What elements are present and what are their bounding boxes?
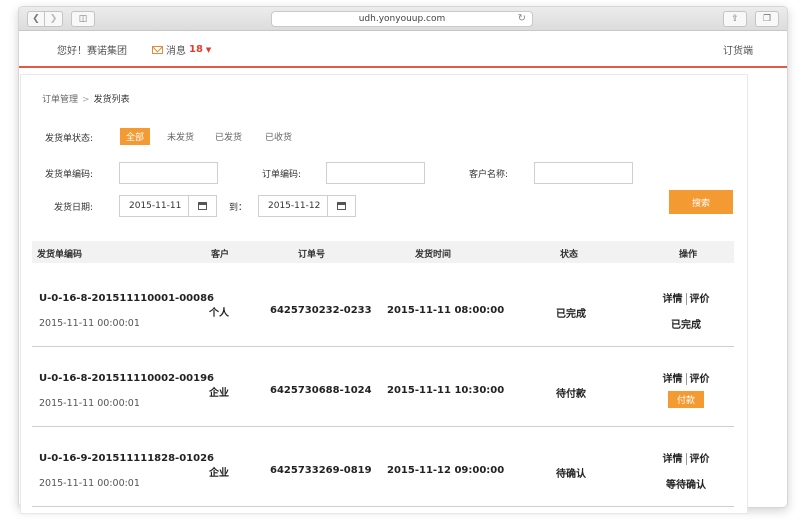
share-icon[interactable]: ⇧	[723, 11, 747, 27]
customer-name-label: 客户名称:	[469, 170, 509, 180]
col-delivery-code: 发货单编码	[37, 250, 83, 260]
browser-toolbar: ❮ ❯ ◫ udh.yonyouup.com ↻ ⇧ ❐	[19, 7, 787, 31]
delivery-code[interactable]: U-0-16-8-201511110002-00196	[39, 373, 214, 384]
ship-date-label: 发货日期:	[54, 203, 94, 213]
detail-link[interactable]: 详情	[663, 294, 683, 305]
detail-link[interactable]: 详情	[663, 454, 683, 465]
action-status: 等待确认	[666, 480, 706, 491]
status-option-shipped[interactable]: 已发货	[215, 130, 242, 143]
row-actions: 详情 评价 已完成	[660, 290, 712, 331]
messages-label: 消息	[166, 46, 186, 57]
search-button[interactable]: 搜索	[669, 190, 733, 214]
order-number: 6425730232-0233	[270, 305, 372, 316]
delivery-code-input[interactable]	[119, 162, 218, 184]
table-header: 发货单编码 客户 订单号 发货时间 状态 操作	[32, 241, 734, 263]
row-actions: 详情 评价 付款	[660, 370, 712, 408]
delivery-code[interactable]: U-0-16-8-201511110001-00086	[39, 293, 214, 304]
breadcrumb: 订单管理 > 发货列表	[42, 92, 130, 105]
col-order-no: 订单号	[298, 250, 326, 260]
status-text: 已完成	[556, 309, 586, 320]
reload-icon[interactable]: ↻	[518, 12, 526, 26]
order-code-input[interactable]	[326, 162, 425, 184]
row-actions: 详情 评价 等待确认	[660, 450, 712, 491]
status-option-unshipped[interactable]: 未发货	[167, 130, 194, 143]
customer-name-input[interactable]	[534, 162, 633, 184]
calendar-icon[interactable]	[327, 196, 355, 216]
back-icon[interactable]: ❮	[27, 11, 45, 27]
breadcrumb-separator: >	[82, 95, 90, 105]
greeting-text: 您好！赛诺集团	[57, 46, 127, 57]
order-number: 6425733269-0819	[270, 465, 372, 476]
col-status: 状态	[560, 250, 579, 260]
created-time: 2015-11-11 00:00:01	[39, 318, 140, 329]
breadcrumb-parent[interactable]: 订单管理	[42, 95, 78, 105]
app-header: 您好！赛诺集团 消息 18 ▼ 订货端	[19, 31, 787, 68]
delivery-code[interactable]: U-0-16-9-201511111828-01026	[39, 453, 214, 464]
date-to-label: 到：	[229, 203, 248, 213]
customer-type: 企业	[209, 468, 229, 479]
date-to-value: 2015-11-12	[268, 201, 321, 211]
messages-count: 18	[189, 44, 203, 55]
breadcrumb-current: 发货列表	[93, 95, 130, 105]
status-option-all[interactable]: 全部	[120, 128, 151, 145]
messages-menu[interactable]: 消息 18 ▼	[152, 42, 211, 57]
date-to-picker[interactable]: 2015-11-12	[258, 195, 356, 217]
status-text: 待付款	[556, 389, 586, 400]
table-row: U-0-16-9-201511111828-01026 2015-11-11 0…	[32, 427, 734, 507]
action-status: 已完成	[671, 320, 701, 331]
caret-down-icon: ▼	[205, 45, 212, 54]
ship-time: 2015-11-12 09:00:00	[387, 465, 505, 476]
sidebar-toggle-icon[interactable]: ◫	[71, 11, 95, 27]
date-from-picker[interactable]: 2015-11-11	[119, 195, 217, 217]
table-row: U-0-16-8-201511110001-00086 2015-11-11 0…	[32, 267, 734, 347]
created-time: 2015-11-11 00:00:01	[39, 398, 140, 409]
order-code-label: 订单编码:	[262, 170, 302, 180]
ordering-side-link[interactable]: 订货端	[723, 42, 753, 57]
envelope-icon	[152, 45, 163, 54]
table-row: U-0-16-8-201511110002-00196 2015-11-11 0…	[32, 347, 734, 427]
ship-time: 2015-11-11 10:30:00	[387, 385, 505, 396]
created-time: 2015-11-11 00:00:01	[39, 478, 140, 489]
customer-type: 个人	[209, 308, 229, 319]
ship-time: 2015-11-11 08:00:00	[387, 305, 505, 316]
divider	[685, 373, 687, 385]
calendar-icon[interactable]	[188, 196, 216, 216]
col-customer: 客户	[211, 250, 230, 260]
tabs-overview-icon[interactable]: ❐	[755, 11, 779, 27]
status-filter-label: 发货单状态:	[45, 134, 94, 144]
review-link[interactable]: 评价	[690, 454, 710, 465]
date-from-value: 2015-11-11	[129, 201, 182, 211]
review-link[interactable]: 评价	[690, 294, 710, 305]
divider	[685, 453, 687, 465]
status-option-received[interactable]: 已收货	[265, 130, 292, 143]
content-panel: 订单管理 > 发货列表 发货单状态: 全部 未发货 已发货 已收货 发货单编码: 订…	[20, 74, 748, 514]
col-actions: 操作	[679, 250, 698, 260]
status-text: 待确认	[556, 469, 586, 480]
detail-link[interactable]: 详情	[663, 374, 683, 385]
pay-button[interactable]: 付款	[667, 391, 704, 408]
col-ship-time: 发货时间	[415, 250, 452, 260]
divider	[685, 293, 687, 305]
customer-type: 企业	[209, 388, 229, 399]
delivery-code-label: 发货单编码:	[45, 170, 94, 180]
order-number: 6425730688-1024	[270, 385, 372, 396]
forward-icon[interactable]: ❯	[45, 11, 63, 27]
review-link[interactable]: 评价	[690, 374, 710, 385]
address-bar[interactable]: udh.yonyouup.com ↻	[271, 11, 533, 27]
url-text: udh.yonyouup.com	[358, 14, 446, 24]
